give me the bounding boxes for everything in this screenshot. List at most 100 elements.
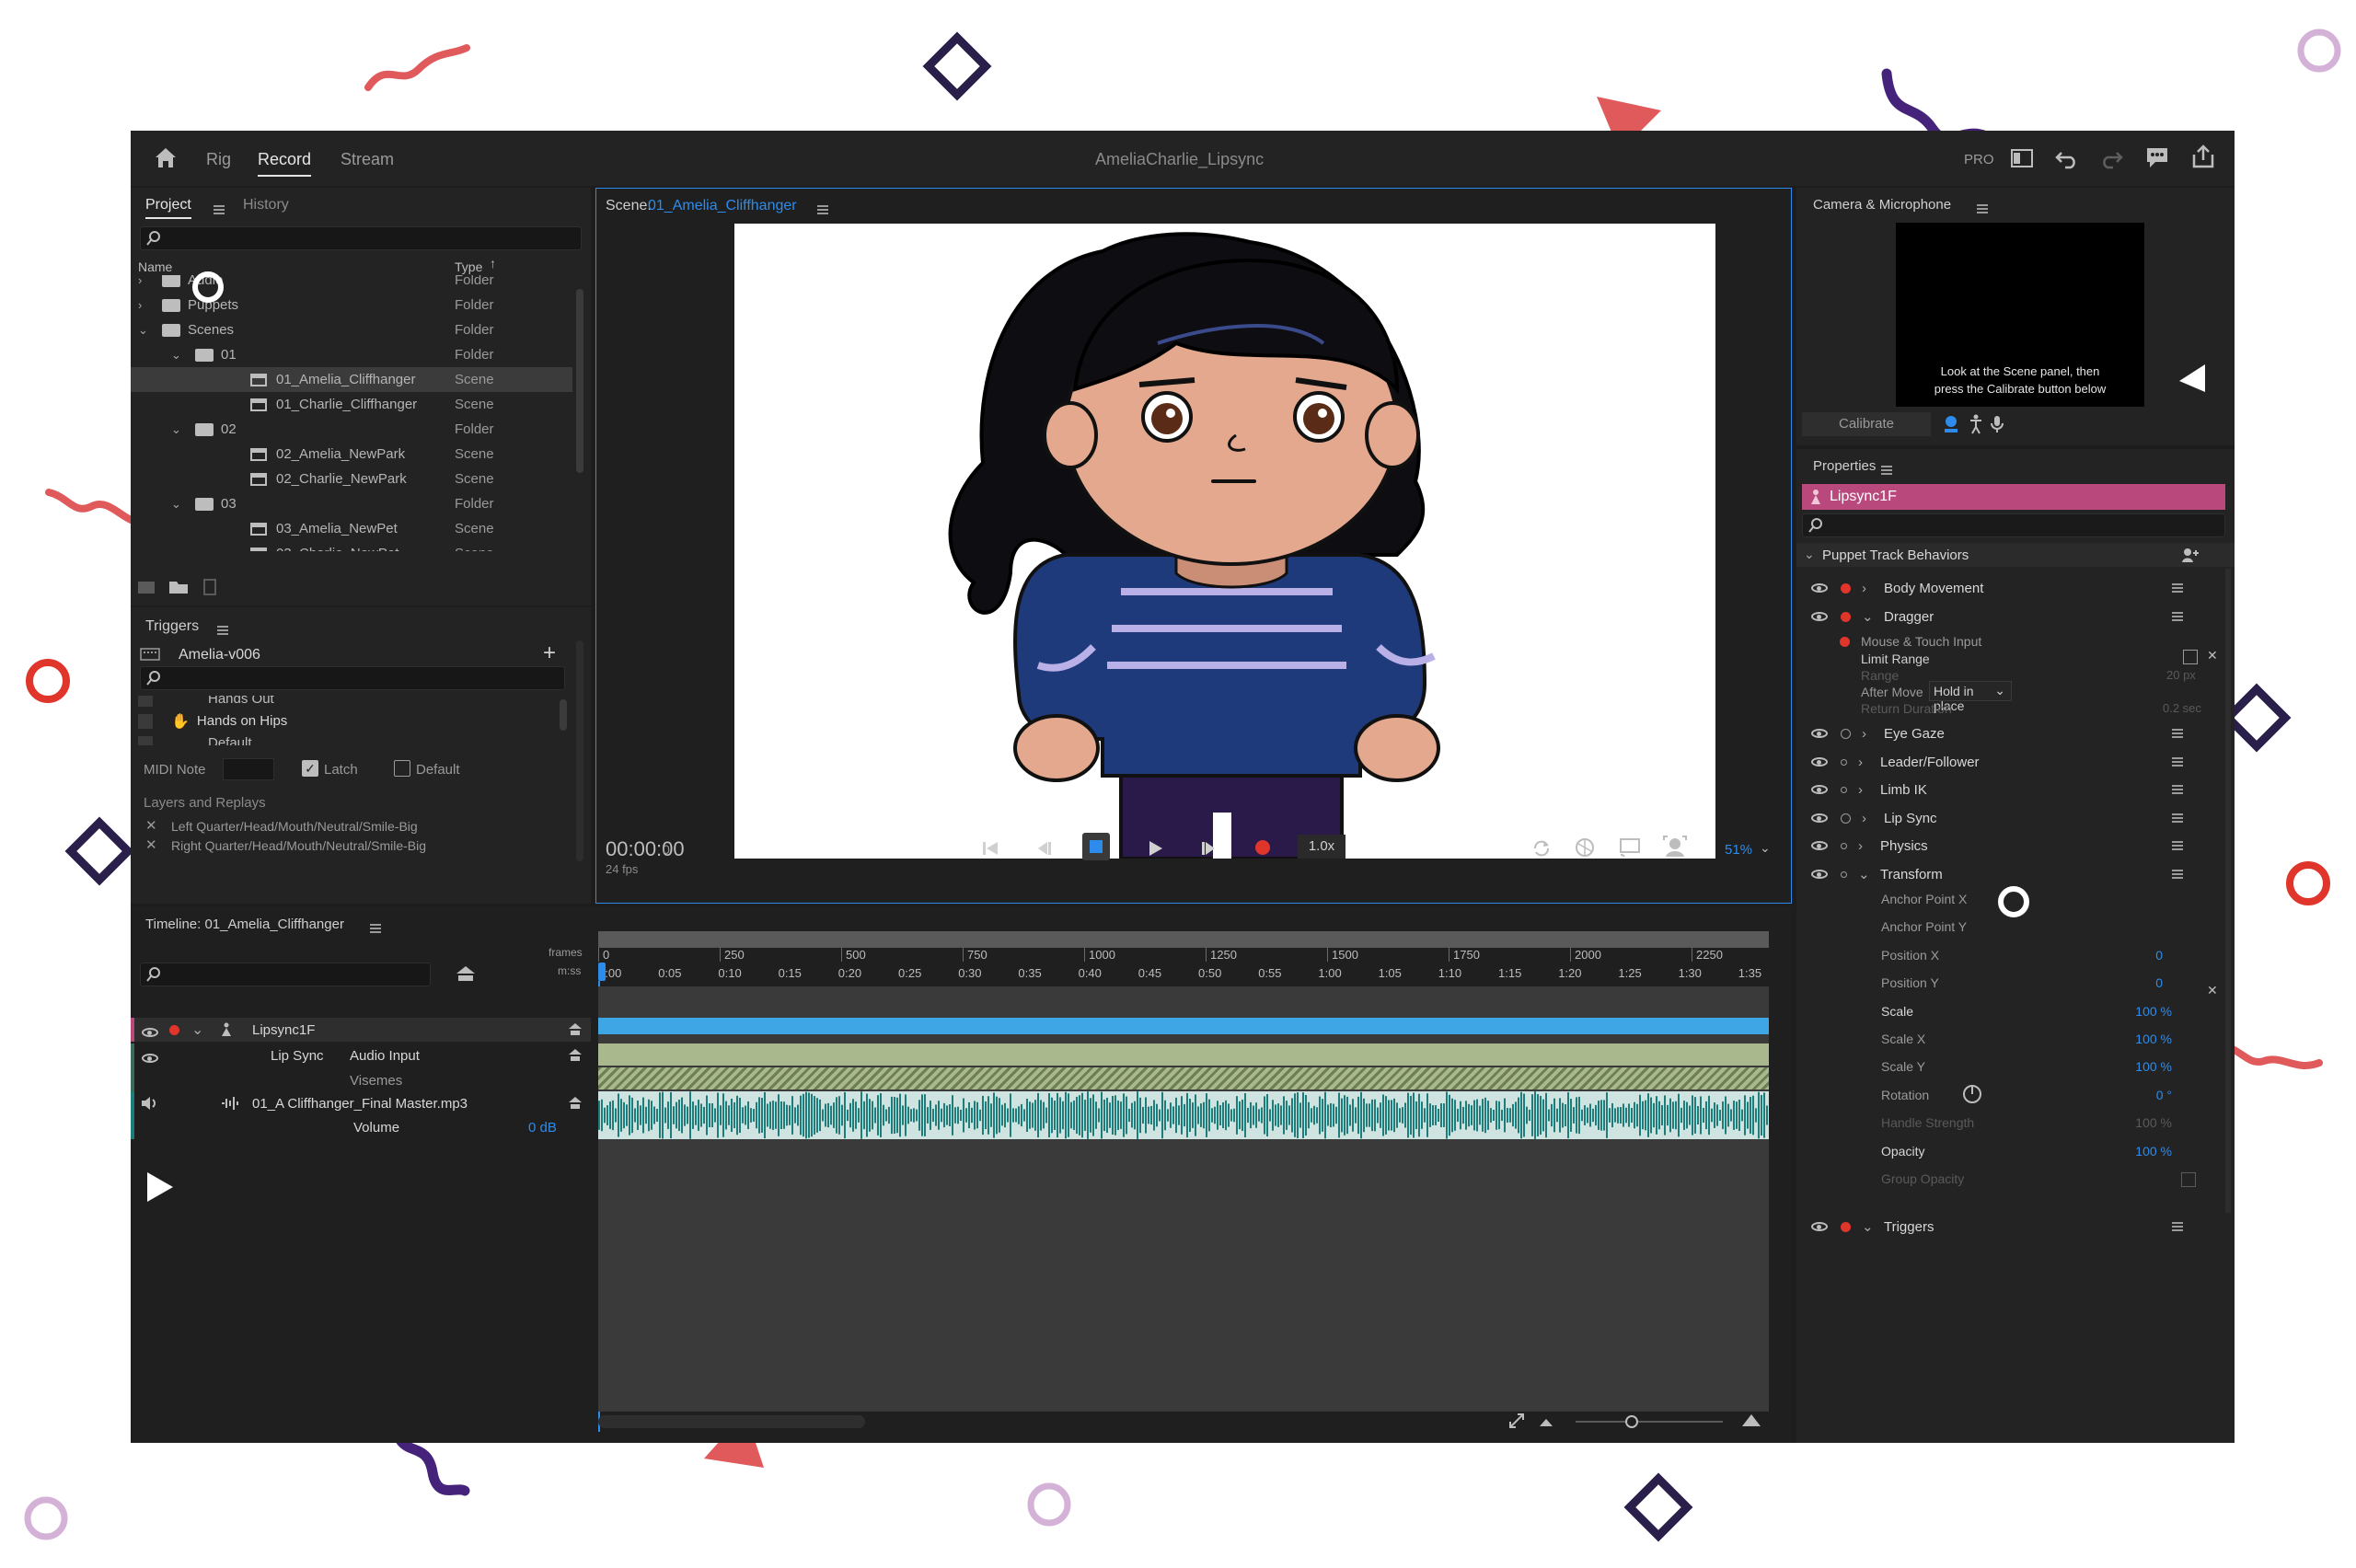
horizontal-scrollbar[interactable] bbox=[598, 1415, 865, 1428]
visibility-eye-icon[interactable] bbox=[1811, 1222, 1828, 1231]
project-search-input[interactable] bbox=[140, 226, 582, 250]
param-value[interactable]: 0 ° bbox=[2156, 1088, 2172, 1102]
project-scene-row[interactable]: 01_Amelia_Cliffhanger Scene bbox=[131, 367, 572, 392]
project-folder-row[interactable]: ⌄ 02 Folder bbox=[131, 417, 572, 442]
record-button[interactable] bbox=[1255, 840, 1270, 855]
behavior-body-movement[interactable]: › Body Movement bbox=[1806, 572, 2220, 604]
project-scrollbar[interactable] bbox=[576, 289, 583, 473]
visibility-eye-icon[interactable] bbox=[1811, 870, 1828, 879]
arm-record-dot[interactable] bbox=[1841, 870, 1847, 878]
visibility-eye-icon[interactable] bbox=[1811, 785, 1828, 794]
chevron-down-icon[interactable]: ⌄ bbox=[138, 323, 148, 338]
behavior-menu-icon[interactable] bbox=[2172, 813, 2183, 823]
properties-menu-icon[interactable] bbox=[1881, 465, 1892, 475]
arm-record-dot[interactable] bbox=[169, 1025, 179, 1035]
transform-param-row[interactable]: Scale X 100 % bbox=[1796, 1025, 2220, 1053]
behavior-menu-icon[interactable] bbox=[2172, 841, 2183, 850]
behavior-limb-ik[interactable]: › Limb IK bbox=[1806, 774, 2220, 805]
lipsync-track-row[interactable]: Lip Sync Audio Input bbox=[131, 1043, 591, 1091]
triggers-menu-icon[interactable] bbox=[217, 625, 228, 635]
trigger-item[interactable]: ✋ Hands on Hips bbox=[131, 709, 572, 733]
transform-param-row[interactable]: Rotation 0 ° bbox=[1796, 1081, 2220, 1109]
param-value[interactable]: 100 % bbox=[2135, 1004, 2172, 1019]
param-value[interactable]: 100 % bbox=[2135, 1059, 2172, 1074]
behavior-physics[interactable]: › Physics bbox=[1806, 830, 2220, 861]
behavior-triggers[interactable]: ⌄ Triggers bbox=[1806, 1211, 2220, 1242]
camera-menu-icon[interactable] bbox=[1977, 203, 1988, 213]
triggers-scrollbar[interactable] bbox=[560, 699, 567, 731]
midi-note-field[interactable] bbox=[223, 758, 274, 780]
visibility-eye-icon[interactable] bbox=[1811, 612, 1828, 621]
panel-layout-icon[interactable] bbox=[2010, 147, 2034, 169]
behavior-menu-icon[interactable] bbox=[2172, 870, 2183, 879]
scene-menu-icon[interactable] bbox=[817, 204, 828, 214]
rotation-dial-icon[interactable] bbox=[1962, 1084, 1982, 1104]
column-name[interactable]: Name bbox=[138, 259, 172, 274]
transform-param-row[interactable]: Position Y 0 bbox=[1796, 969, 2220, 997]
default-checkbox[interactable] bbox=[394, 760, 410, 777]
visibility-eye-icon[interactable] bbox=[1811, 729, 1828, 738]
project-folder-row[interactable]: ⌄ 01 Folder bbox=[131, 342, 572, 367]
trigger-set-name[interactable]: Amelia-v006 bbox=[179, 647, 260, 663]
share-icon[interactable] bbox=[2190, 144, 2216, 169]
timeline-search-input[interactable] bbox=[140, 963, 431, 986]
body-tracking-icon[interactable] bbox=[1968, 414, 1984, 434]
project-menu-icon[interactable] bbox=[214, 204, 225, 214]
transform-param-row[interactable]: Scale Y 100 % bbox=[1796, 1053, 2220, 1080]
add-behavior-icon[interactable] bbox=[2181, 547, 2200, 563]
step-forward-icon[interactable] bbox=[1200, 840, 1218, 857]
param-value[interactable]: 100 % bbox=[2135, 1144, 2172, 1159]
scene-canvas[interactable] bbox=[734, 224, 1715, 859]
cast-icon[interactable] bbox=[1618, 836, 1642, 859]
microphone-icon[interactable] bbox=[1990, 414, 2004, 434]
chevron-down-icon[interactable]: ⌄ bbox=[1760, 840, 1771, 856]
loop-icon[interactable] bbox=[1531, 838, 1552, 859]
project-scene-row[interactable]: 02_Charlie_NewPark Scene bbox=[131, 467, 572, 491]
arm-record-dot[interactable] bbox=[1841, 758, 1847, 766]
triggers-search-input[interactable] bbox=[140, 666, 565, 690]
param-value[interactable]: 100 % bbox=[2135, 1115, 2172, 1130]
zoom-slider-thumb[interactable] bbox=[1625, 1415, 1638, 1428]
calibrate-button[interactable]: Calibrate bbox=[1802, 412, 1931, 436]
project-scene-row[interactable]: 03_Charlie_NewPet Scene bbox=[131, 541, 572, 551]
audio-track-row[interactable]: 01_A Cliffhanger_Final Master.mp3 Volume… bbox=[131, 1091, 591, 1139]
add-trigger-icon[interactable]: + bbox=[543, 640, 556, 666]
arm-record-dot[interactable] bbox=[1841, 1221, 1851, 1232]
step-back-icon[interactable] bbox=[1034, 840, 1053, 857]
behavior-menu-icon[interactable] bbox=[2172, 612, 2183, 621]
zoom-in-icon[interactable] bbox=[1741, 1412, 1761, 1428]
limit-range-checkbox[interactable] bbox=[2183, 650, 2198, 664]
project-scene-row[interactable]: 02_Amelia_NewPark Scene bbox=[131, 442, 572, 467]
behavior-dragger[interactable]: ⌄ Dragger bbox=[1806, 601, 2220, 632]
tab-record[interactable]: Record bbox=[258, 150, 312, 177]
transform-param-row[interactable]: Opacity 100 % bbox=[1796, 1137, 2220, 1165]
arm-record-dot[interactable] bbox=[1841, 813, 1851, 824]
face-tracking-icon[interactable] bbox=[1662, 835, 1688, 859]
chevron-down-icon[interactable]: ⌄ bbox=[191, 1020, 203, 1039]
behavior-eye-gaze[interactable]: › Eye Gaze bbox=[1806, 718, 2220, 749]
audio-track-bar[interactable] bbox=[598, 1091, 1769, 1139]
transform-param-row[interactable]: Group Opacity bbox=[1796, 1165, 2220, 1193]
param-value[interactable]: 0 bbox=[2155, 948, 2163, 963]
arm-record-dot[interactable] bbox=[1841, 611, 1851, 622]
tab-rig[interactable]: Rig bbox=[206, 150, 231, 169]
remove-layer-icon[interactable]: ✕ bbox=[145, 817, 157, 834]
project-scene-row[interactable]: 01_Charlie_Cliffhanger Scene bbox=[131, 392, 572, 417]
behavior-lip-sync[interactable]: › Lip Sync bbox=[1806, 802, 2220, 834]
tab-project[interactable]: Project bbox=[145, 197, 191, 219]
arm-record-dot[interactable] bbox=[1841, 582, 1851, 594]
trigger-item[interactable]: Default bbox=[131, 731, 572, 745]
home-icon[interactable] bbox=[153, 145, 179, 169]
physics-icon[interactable] bbox=[1574, 836, 1596, 859]
track-options-icon[interactable] bbox=[567, 1095, 583, 1112]
after-move-dropdown[interactable]: Hold in place ⌄ bbox=[1929, 681, 2012, 713]
play-icon[interactable] bbox=[1147, 840, 1165, 857]
transform-param-row[interactable]: Handle Strength 100 % bbox=[1796, 1109, 2220, 1136]
redo-icon[interactable] bbox=[2098, 147, 2124, 169]
behavior-menu-icon[interactable] bbox=[2172, 1222, 2183, 1231]
project-scene-row[interactable]: 03_Amelia_NewPet Scene bbox=[131, 516, 572, 541]
zoom-out-icon[interactable] bbox=[1539, 1415, 1553, 1428]
tab-history[interactable]: History bbox=[243, 197, 289, 213]
playback-speed[interactable]: 1.0x bbox=[1298, 835, 1345, 859]
clear-icon[interactable]: ✕ bbox=[2207, 983, 2218, 998]
